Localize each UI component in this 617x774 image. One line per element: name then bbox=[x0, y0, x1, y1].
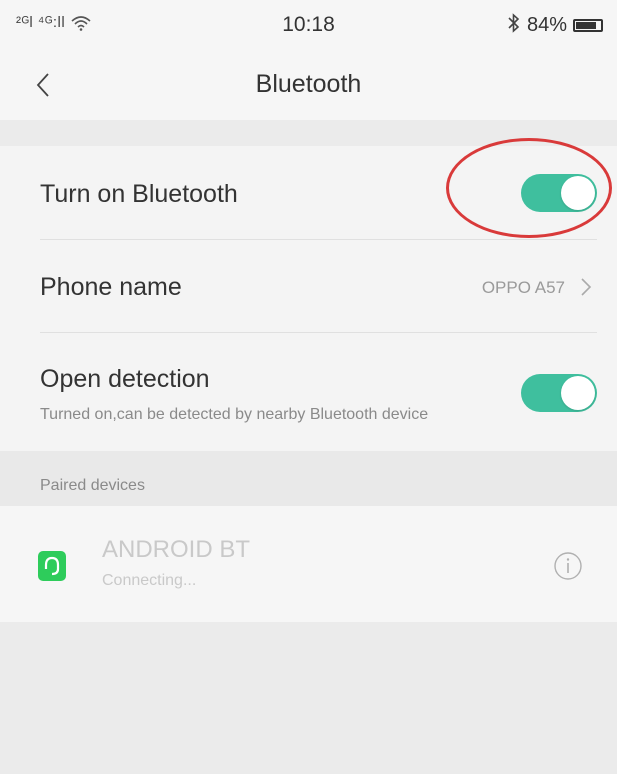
turn-on-bluetooth-row[interactable]: Turn on Bluetooth bbox=[0, 146, 617, 240]
device-name: ANDROID BT bbox=[102, 536, 251, 563]
chevron-right-icon bbox=[581, 278, 592, 296]
open-detection-toggle[interactable] bbox=[521, 374, 597, 412]
info-button[interactable] bbox=[553, 551, 583, 581]
paired-devices-header: Paired devices bbox=[0, 451, 617, 506]
open-detection-label: Open detection bbox=[40, 365, 210, 393]
bluetooth-toggle-knob bbox=[561, 176, 595, 210]
device-status: Connecting... bbox=[102, 572, 197, 589]
empty-area bbox=[0, 622, 617, 774]
app-header: Bluetooth bbox=[0, 50, 617, 120]
info-icon bbox=[554, 552, 582, 580]
status-right: 84% bbox=[507, 13, 603, 38]
back-chevron-icon bbox=[36, 73, 49, 97]
bluetooth-settings-screen: ²ᴳl ⁴ᴳ:ll 10:18 84% Bluetooth Turn on Bl… bbox=[0, 0, 617, 774]
phone-name-row[interactable]: Phone name OPPO A57 bbox=[0, 240, 617, 333]
battery-fill bbox=[576, 22, 596, 29]
page-title: Bluetooth bbox=[255, 70, 362, 98]
bluetooth-toggle[interactable] bbox=[521, 174, 597, 212]
headset-icon bbox=[38, 551, 66, 581]
phone-name-label: Phone name bbox=[40, 273, 182, 301]
paired-devices-label: Paired devices bbox=[40, 477, 145, 494]
turn-on-bluetooth-label: Turn on Bluetooth bbox=[40, 180, 238, 208]
battery-percent: 84% bbox=[526, 14, 567, 36]
back-button[interactable] bbox=[30, 70, 60, 100]
paired-device-row[interactable]: ANDROID BT Connecting... bbox=[0, 506, 617, 622]
bluetooth-settings-card: Turn on Bluetooth Phone name OPPO A57 Op… bbox=[0, 146, 617, 451]
status-bar: ²ᴳl ⁴ᴳ:ll 10:18 84% bbox=[0, 0, 617, 50]
open-detection-subtitle: Turned on,can be detected by nearby Blue… bbox=[40, 406, 429, 423]
open-detection-row[interactable]: Open detection Turned on,can be detected… bbox=[0, 333, 617, 451]
bluetooth-icon bbox=[507, 13, 521, 38]
section-spacer bbox=[0, 120, 617, 146]
phone-name-value: OPPO A57 bbox=[481, 278, 565, 297]
open-detection-toggle-knob bbox=[561, 376, 595, 410]
battery-icon bbox=[573, 19, 603, 32]
